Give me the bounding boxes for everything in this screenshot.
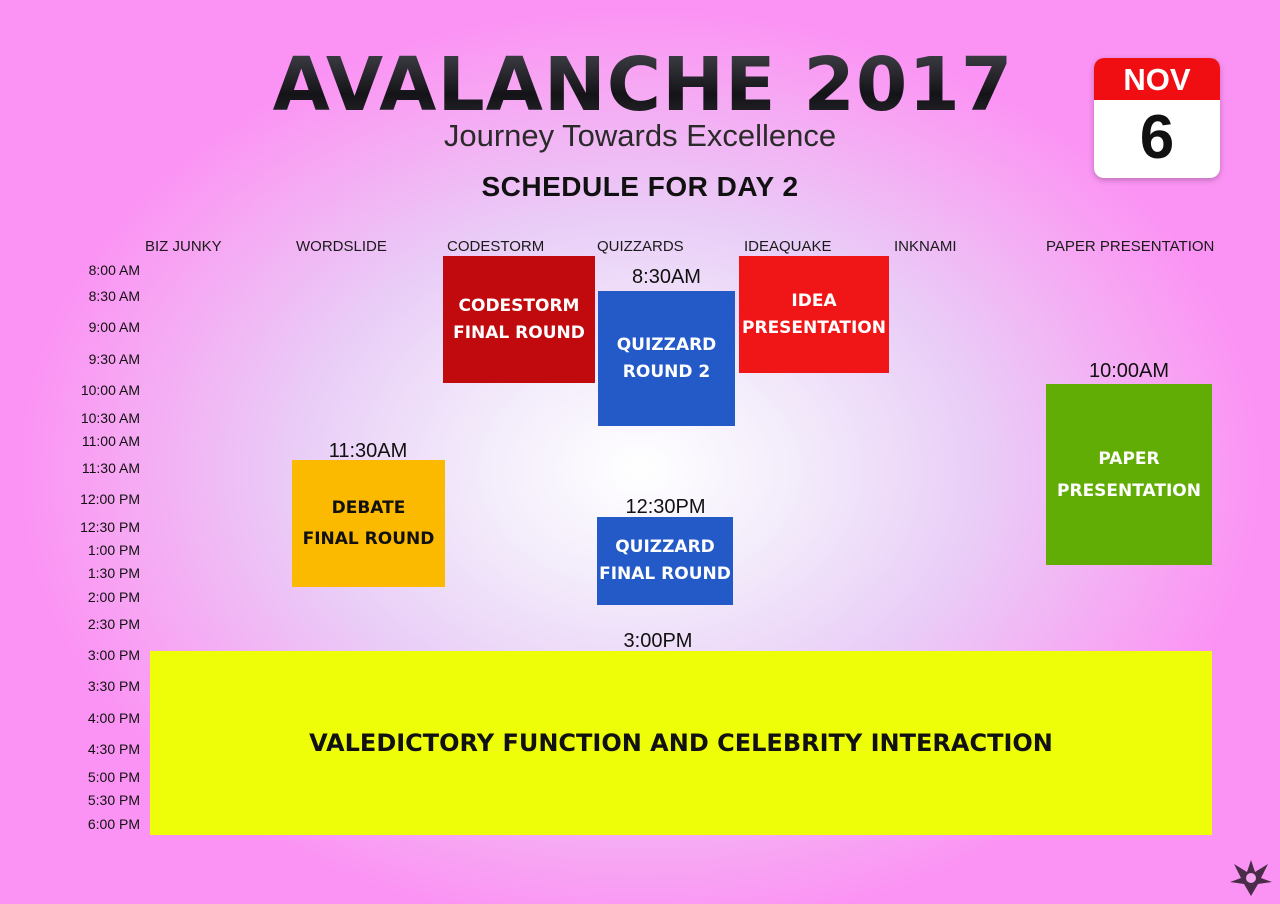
- time-label: 8:30 AM: [88, 288, 140, 304]
- time-label: 9:00 AM: [88, 319, 140, 335]
- event-debate-final-round: DEBATE FINAL ROUND: [292, 460, 445, 587]
- time-label: 6:00 PM: [87, 816, 140, 832]
- start-time-valedictory: 3:00PM: [623, 630, 693, 652]
- time-label: 3:30 PM: [87, 678, 140, 694]
- schedule-heading: SCHEDULE FOR DAY 2: [481, 171, 799, 202]
- calendar-month: NOV: [1094, 58, 1220, 100]
- start-time-quizzard-final: 12:30PM: [625, 496, 706, 518]
- time-label: 1:00 PM: [87, 542, 140, 558]
- time-label: 10:00 AM: [80, 382, 140, 398]
- time-label: 2:00 PM: [87, 589, 140, 605]
- calendar-day: 6: [1139, 103, 1175, 172]
- time-label: 9:30 AM: [88, 351, 140, 367]
- time-label: 4:00 PM: [87, 710, 140, 726]
- column-header-codestorm: CODESTORM: [447, 238, 545, 255]
- winged-emblem-icon: [1228, 852, 1274, 898]
- event-valedictory-function: VALEDICTORY FUNCTION AND CELEBRITY INTER…: [150, 651, 1212, 835]
- time-label: 5:30 PM: [87, 792, 140, 808]
- event-paper-presentation: PAPER PRESENTATION: [1046, 384, 1212, 565]
- event-idea-presentation: IDEA PRESENTATION: [739, 256, 889, 373]
- time-label: 11:00 AM: [81, 433, 140, 449]
- time-label: 12:00 PM: [80, 491, 140, 507]
- column-header-biz-junky: BIZ JUNKY: [145, 238, 222, 255]
- time-label: 11:30 AM: [81, 460, 140, 476]
- event-quizzard-round-2: QUIZZARD ROUND 2: [598, 291, 735, 426]
- start-time-quizzard-round-2: 8:30AM: [632, 266, 701, 288]
- time-label: 3:00 PM: [87, 647, 140, 663]
- time-label: 4:30 PM: [87, 741, 140, 757]
- time-label: 1:30 PM: [87, 565, 140, 581]
- column-header-inknami: INKNAMI: [894, 238, 957, 255]
- column-header-paper-presentation: PAPER PRESENTATION: [1046, 238, 1215, 255]
- time-label: 10:30 AM: [80, 410, 140, 426]
- event-codestorm-final-round: CODESTORM FINAL ROUND: [443, 256, 595, 383]
- event-title: AVALANCHE 2017: [258, 40, 1028, 130]
- time-label: 12:30 PM: [80, 519, 140, 535]
- time-label: 2:30 PM: [87, 616, 140, 632]
- start-time-paper-presentation: 10:00AM: [1088, 360, 1170, 382]
- column-header-wordslide: WORDSLIDE: [296, 238, 387, 255]
- event-tagline: Journey Towards Excellence: [443, 118, 837, 153]
- calendar-date-badge: NOV 6: [1094, 58, 1220, 178]
- column-header-quizzards: QUIZZARDS: [597, 238, 684, 255]
- event-quizzard-final-round: QUIZZARD FINAL ROUND: [597, 517, 733, 605]
- time-label: 5:00 PM: [87, 769, 140, 785]
- time-label: 8:00 AM: [88, 262, 140, 278]
- column-header-ideaquake: IDEAQUAKE: [744, 238, 832, 255]
